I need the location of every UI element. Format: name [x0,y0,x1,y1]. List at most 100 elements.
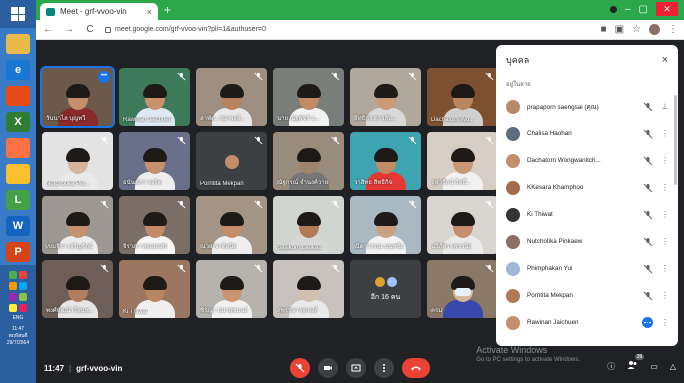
participant-tile[interactable]: ณัฐกรณ์ จำนงค์วาย [273,132,344,190]
more-vert-icon[interactable]: ⋮ [660,210,670,219]
new-tab-button[interactable]: + [164,3,171,17]
mic-off-icon [331,200,340,209]
tray-icon[interactable] [19,282,27,290]
file-explorer-icon[interactable] [6,34,30,54]
word-icon[interactable]: W [6,216,30,236]
input-language[interactable]: ENG [13,315,24,322]
mic-off-icon [408,72,417,81]
participant-tile[interactable]: Dachatorn Wo... [427,68,498,126]
tray-icon[interactable] [9,271,17,279]
bookmark-star-icon[interactable]: ☆ [632,24,641,35]
pin-icon[interactable]: ⊥ [660,102,670,111]
tray-icon[interactable] [19,304,27,312]
participant-tile[interactable]: Porntita Mekpan [196,132,267,190]
more-vert-icon[interactable]: ⋮ [660,318,670,327]
back-button[interactable]: ← [42,24,54,35]
tab-meet[interactable]: Meet - grf-vvoo-vin × [40,3,158,20]
tray-icon[interactable] [19,293,27,301]
participant-video-hair [219,84,244,99]
participant-tile[interactable]: วาสิทธ สิทธิกิจ [350,132,421,190]
forward-button[interactable]: → [63,24,75,35]
participant-tile[interactable]: ณวส ชาติสนิท [196,196,267,254]
activities-icon[interactable]: △ [670,362,676,371]
participant-name: Sasikorn Laokaa [277,245,322,251]
participant-tile[interactable]: จุฬารัตน์ สิทธิ์... [427,132,498,190]
others-tile[interactable]: อีก 16 คน [350,260,421,318]
participant-tile[interactable]: วันนาไล บุญทวี ••• [40,66,115,128]
participant-tile[interactable]: ลาพัด...ซอ พงษ์... [196,68,267,126]
profile-dot-icon[interactable] [609,5,617,13]
meet-stage: วันนาไล บุญทวี ••• Rawinan Jaichuen ลาพัด..… [36,40,684,383]
reload-button[interactable]: C [84,24,96,35]
people-list-item[interactable]: Ki Thiwat ⋮ [496,201,678,228]
participant-video-hair [219,276,244,291]
participant-tile[interactable]: อิทธิกร ดาวลับ... [350,68,421,126]
participant-tile[interactable]: Rawinan Jaichuen [119,68,190,126]
more-vert-icon[interactable]: ⋮ [660,291,670,300]
chrome-icon[interactable] [6,164,30,184]
participant-tile[interactable]: ณิตาวรรณ นนทชัย [350,196,421,254]
start-button[interactable] [0,0,36,28]
more-options-button[interactable] [374,358,394,378]
people-list-item[interactable]: Chalisa Haohan ⋮ [496,120,678,147]
firefox-icon[interactable] [6,138,30,158]
chat-icon[interactable]: ▭ [650,362,658,371]
camera-indicator-icon[interactable]: ■ [601,24,607,35]
profile-avatar[interactable] [649,24,660,35]
lock-icon[interactable] [105,26,111,33]
tray-icon[interactable] [9,293,17,301]
participant-tile[interactable]: ธนันต์ภา จงจิต [119,132,190,190]
people-list-item[interactable]: Porntita Mekpan ⋮ [496,282,678,309]
leave-call-button[interactable] [402,358,430,378]
participant-tile[interactable]: นวิภัทร เพชรนิล [427,196,498,254]
tray-icon[interactable] [9,304,17,312]
minimize-icon[interactable]: – [625,4,631,15]
participant-tile[interactable]: พงศ์พัฒน์ เรียนพ... [42,260,113,318]
excel-icon[interactable]: X [6,112,30,132]
mic-off-icon [100,136,109,145]
more-vert-icon[interactable]: ⋮ [660,156,670,165]
extensions-icon[interactable]: ▣ [615,24,624,35]
more-vert-icon[interactable]: ⋮ [660,264,670,273]
camera-toggle-button[interactable] [318,358,338,378]
participant-tile[interactable]: Nutchotika Pin... [42,132,113,190]
participant-tile[interactable]: ชิรญา ธนาสุขมนต์ [196,260,267,318]
clock-time[interactable]: 11:47 [12,326,24,333]
address-bar[interactable]: meet.google.com/grf-vvoo-vin?pli=1&authu… [105,26,592,33]
edge-icon[interactable]: e [6,60,30,80]
participant-tile[interactable]: ครม [427,260,498,318]
participant-tile[interactable]: Ki Thiwat [119,260,190,318]
people-list-item[interactable]: KKesara Khamphoo ⋮ [496,174,678,201]
participant-tile[interactable]: นาย ณัฐพัชร์ แ... [273,68,344,126]
participant-tile[interactable]: เขมจิรา เจริญรัตน์ [42,196,113,254]
close-icon[interactable]: × [662,54,668,66]
more-vert-icon[interactable]: ⋮ [660,129,670,138]
participant-tile[interactable]: จิราภา พลอยหลัก [119,196,190,254]
tray-icon[interactable] [19,271,27,279]
window-close-icon[interactable]: ✕ [656,2,678,16]
participant-tile[interactable]: สุพรรษา ทุกพงศ์ [273,260,344,318]
line-icon[interactable]: L [6,190,30,210]
more-vert-icon[interactable]: ⋮ [660,237,670,246]
participant-tile[interactable]: Sasikorn Laokaa [273,196,344,254]
powerpoint-icon[interactable]: P [6,242,30,262]
mic-toggle-button[interactable] [290,358,310,378]
menu-kebab-icon[interactable]: ⋮ [668,24,678,35]
media-app-icon[interactable] [6,86,30,106]
people-list-item[interactable]: prapaporn saengsai (คุณ) ⊥ [496,93,678,120]
people-list-item[interactable]: Rawinan Jaichuen ⋮ [496,309,678,336]
more-vert-icon[interactable]: ⋮ [660,183,670,192]
people-scrollbar[interactable] [674,95,677,185]
participant-name: ลาพัด...ซอ พงษ์... [200,116,246,122]
participant-video-hair [373,212,398,227]
participant-name: นาย ณัฐพัชร์ แ... [277,116,321,122]
people-list-item[interactable]: Phimphakan Yui ⋮ [496,255,678,282]
close-icon[interactable]: × [147,7,152,17]
tray-icon[interactable] [9,282,17,290]
maximize-icon[interactable]: ▢ [639,4,648,15]
people-list-item[interactable]: Nutchotika Pinkaew ⋮ [496,228,678,255]
people-button[interactable]: 39 [627,354,645,372]
people-list-item[interactable]: Dachatorn Wongwanitch... ⋮ [496,147,678,174]
present-button[interactable] [346,358,366,378]
meeting-info-icon[interactable]: ⓘ [607,361,615,372]
